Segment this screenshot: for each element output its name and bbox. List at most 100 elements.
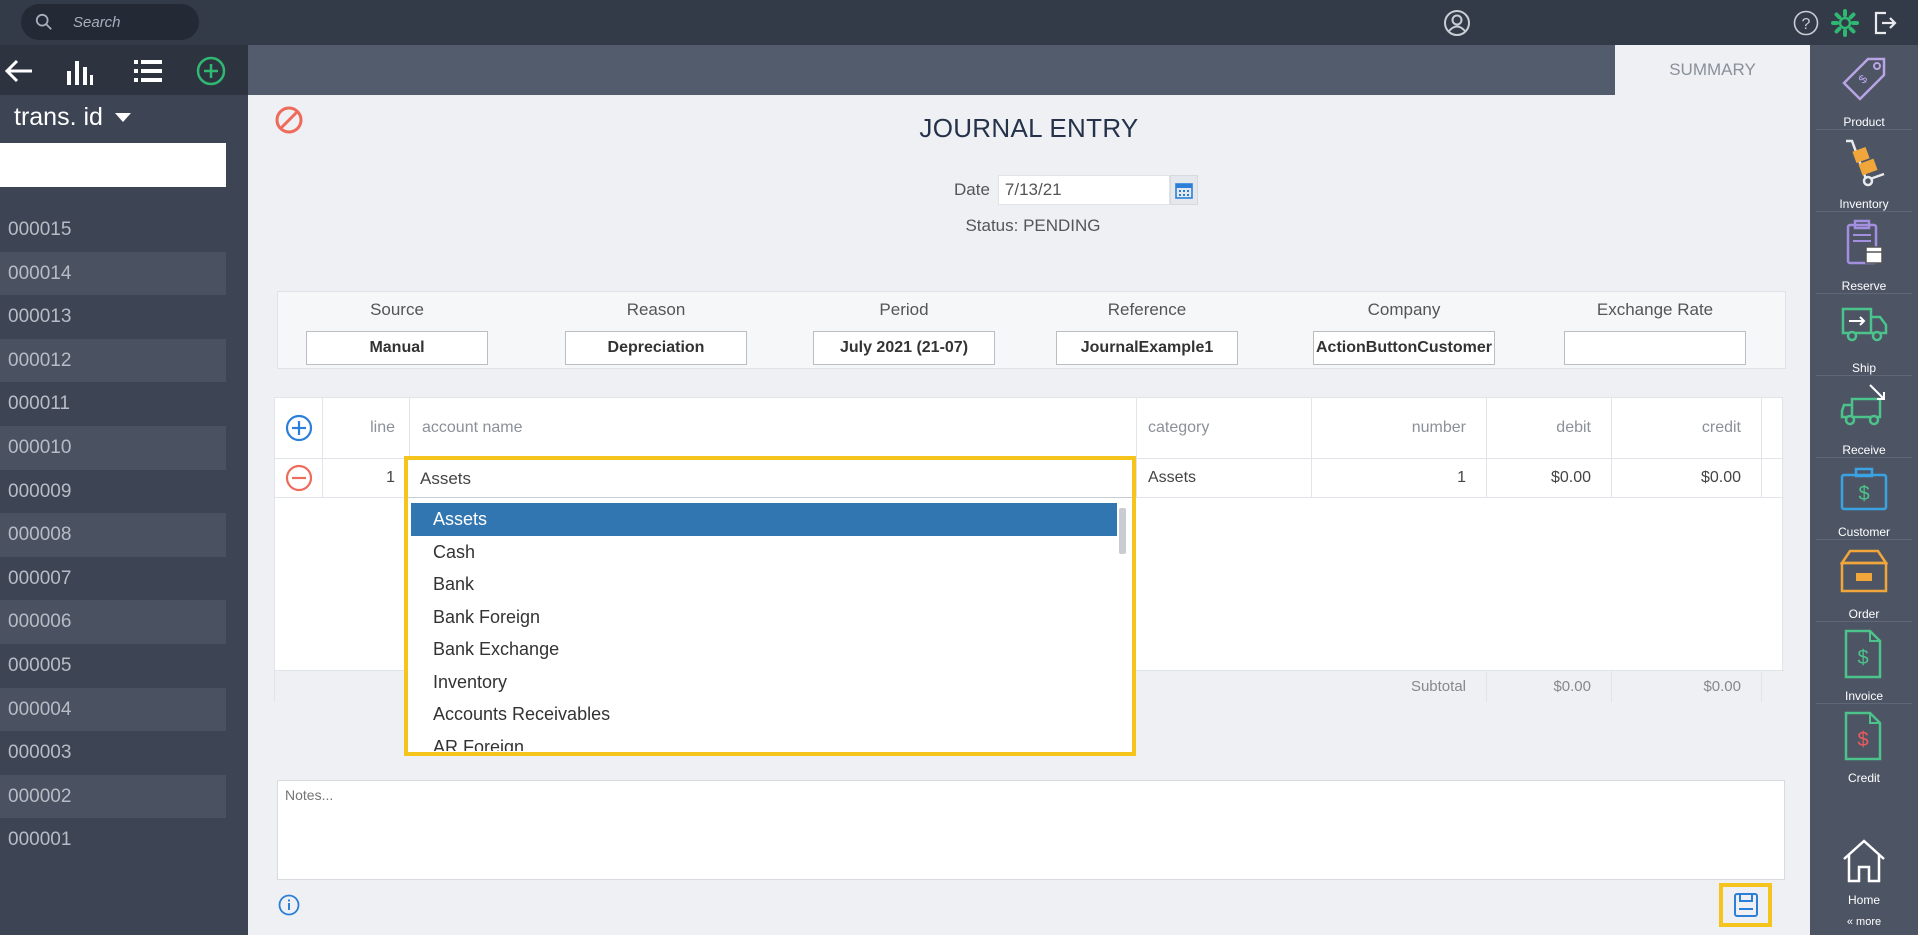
sort-label: trans. id xyxy=(14,103,103,131)
clipboard-icon xyxy=(1846,219,1883,265)
add-line-button[interactable] xyxy=(275,398,323,458)
list-item[interactable]: 000010 xyxy=(0,425,226,470)
logout-icon[interactable] xyxy=(1872,10,1898,36)
add-transaction-button[interactable] xyxy=(194,55,228,87)
list-item[interactable]: 000005 xyxy=(0,644,226,688)
dropdown-option[interactable]: Assets xyxy=(411,503,1117,536)
dropdown-option[interactable]: AR Foreign xyxy=(411,731,1117,752)
field-company: Company ActionButtonCustomer xyxy=(1313,292,1495,365)
header-debit[interactable]: debit xyxy=(1487,398,1612,458)
rightbar-item-invoice[interactable]: $ Invoice xyxy=(1810,623,1918,703)
cell-debit[interactable]: $0.00 xyxy=(1487,459,1612,497)
cell-credit[interactable]: $0.00 xyxy=(1612,459,1762,497)
header-credit[interactable]: credit xyxy=(1612,398,1762,458)
field-label: Source xyxy=(370,300,424,319)
dropdown-scrollbar[interactable] xyxy=(1119,508,1126,554)
list-item[interactable]: 000004 xyxy=(0,687,226,732)
notes-field[interactable] xyxy=(277,780,1785,880)
header-number[interactable]: number xyxy=(1312,398,1487,458)
dropdown-option[interactable]: Bank Foreign xyxy=(411,601,1117,634)
list-item[interactable]: 000008 xyxy=(0,513,226,557)
list-item[interactable]: 000015 xyxy=(0,208,226,252)
info-icon[interactable] xyxy=(278,894,300,916)
remove-line-button[interactable] xyxy=(275,459,323,497)
list-item[interactable]: 000011 xyxy=(0,382,226,426)
list-item[interactable]: 000009 xyxy=(0,470,226,514)
transaction-list: 000015 000014 000013 000012 000011 00001… xyxy=(0,208,226,862)
receive-truck-icon xyxy=(1840,384,1885,426)
reference-input[interactable]: JournalExample1 xyxy=(1056,331,1238,365)
date-label: Date xyxy=(954,180,990,199)
dropdown-option[interactable]: Bank Exchange xyxy=(411,633,1117,666)
field-source: Source Manual xyxy=(306,292,488,365)
left-toolbar xyxy=(0,45,248,95)
source-select[interactable]: Manual xyxy=(306,331,488,365)
hand-truck-icon xyxy=(1846,139,1885,187)
calendar-icon xyxy=(1175,183,1193,199)
subtotal-label: Subtotal xyxy=(1137,671,1487,702)
home-button[interactable]: Home xyxy=(1810,837,1918,907)
list-item[interactable]: 000007 xyxy=(0,557,226,601)
search-box[interactable] xyxy=(21,4,199,40)
back-button[interactable] xyxy=(2,55,36,87)
rightbar-label: Receive xyxy=(1842,443,1886,457)
list-item[interactable]: 000001 xyxy=(0,818,226,862)
exchange-rate-input[interactable] xyxy=(1564,331,1746,365)
period-select[interactable]: July 2021 (21-07) xyxy=(813,331,995,365)
rightbar-label: Inventory xyxy=(1839,197,1889,211)
page-title: JOURNAL ENTRY xyxy=(919,113,1139,143)
filter-input[interactable] xyxy=(0,143,226,187)
field-label: Period xyxy=(879,300,929,319)
list-item[interactable]: 000006 xyxy=(0,600,226,644)
chart-button[interactable] xyxy=(62,55,96,87)
home-label: Home xyxy=(1847,893,1880,907)
rightbar-item-credit[interactable]: $ Credit xyxy=(1810,705,1918,785)
field-exchange-rate: Exchange Rate xyxy=(1564,292,1746,365)
list-item[interactable]: 000013 xyxy=(0,295,226,339)
date-row: Date 7/13/21 xyxy=(954,175,1198,205)
dropdown-option[interactable]: Bank xyxy=(411,568,1117,601)
cell-line: 1 xyxy=(323,459,410,497)
list-item[interactable]: 000003 xyxy=(0,731,226,775)
rightbar-item-receive[interactable]: Receive xyxy=(1810,377,1918,457)
dropdown-option[interactable]: Inventory xyxy=(411,666,1117,699)
more-link[interactable]: « more xyxy=(1810,916,1918,928)
home-icon xyxy=(1843,839,1885,883)
list-item[interactable]: 000002 xyxy=(0,774,226,819)
user-icon[interactable] xyxy=(1443,9,1471,37)
calendar-button[interactable] xyxy=(1169,175,1198,205)
list-item[interactable]: 000014 xyxy=(0,251,226,296)
field-label: Exchange Rate xyxy=(1596,300,1714,319)
header-account-name[interactable]: account name xyxy=(410,398,1137,458)
rightbar-item-ship[interactable]: Ship xyxy=(1810,295,1918,375)
list-item[interactable]: 000012 xyxy=(0,338,226,383)
tag-icon: $ xyxy=(1842,57,1886,101)
header-category[interactable]: category xyxy=(1137,398,1312,458)
search-icon xyxy=(35,13,52,30)
rightbar-item-customer[interactable]: $ Customer xyxy=(1810,459,1918,539)
tab-summary[interactable]: SUMMARY xyxy=(1615,45,1810,95)
help-icon[interactable]: ? xyxy=(1793,10,1819,36)
sort-selector[interactable]: trans. id xyxy=(14,103,131,132)
list-button[interactable] xyxy=(131,55,165,87)
floppy-disk-icon xyxy=(1733,893,1758,917)
rightbar-item-reserve[interactable]: Reserve xyxy=(1810,213,1918,293)
search-input[interactable] xyxy=(73,12,183,32)
header-line[interactable]: line xyxy=(323,398,410,458)
gear-icon[interactable] xyxy=(1831,9,1859,37)
date-field[interactable]: 7/13/21 xyxy=(997,175,1170,205)
rightbar-item-inventory[interactable]: Inventory xyxy=(1810,131,1918,211)
reason-select[interactable]: Depreciation xyxy=(565,331,747,365)
dropdown-option[interactable]: Accounts Receivables xyxy=(411,698,1117,731)
save-button[interactable] xyxy=(1719,883,1772,927)
status-text: Status: PENDING xyxy=(965,216,1101,235)
field-label: Reason xyxy=(626,300,686,319)
rightbar-item-order[interactable]: Order xyxy=(1810,541,1918,621)
account-name-editor: Assets Assets Cash Bank Bank Foreign Ban… xyxy=(404,456,1136,756)
company-select[interactable]: ActionButtonCustomer xyxy=(1313,331,1495,365)
dropdown-option[interactable]: Cash xyxy=(411,536,1117,569)
account-name-input[interactable]: Assets xyxy=(408,460,1132,498)
rightbar-item-product[interactable]: $ Product xyxy=(1810,49,1918,129)
rightbar-label: Customer xyxy=(1837,525,1890,539)
cell-number: 1 xyxy=(1312,459,1487,497)
